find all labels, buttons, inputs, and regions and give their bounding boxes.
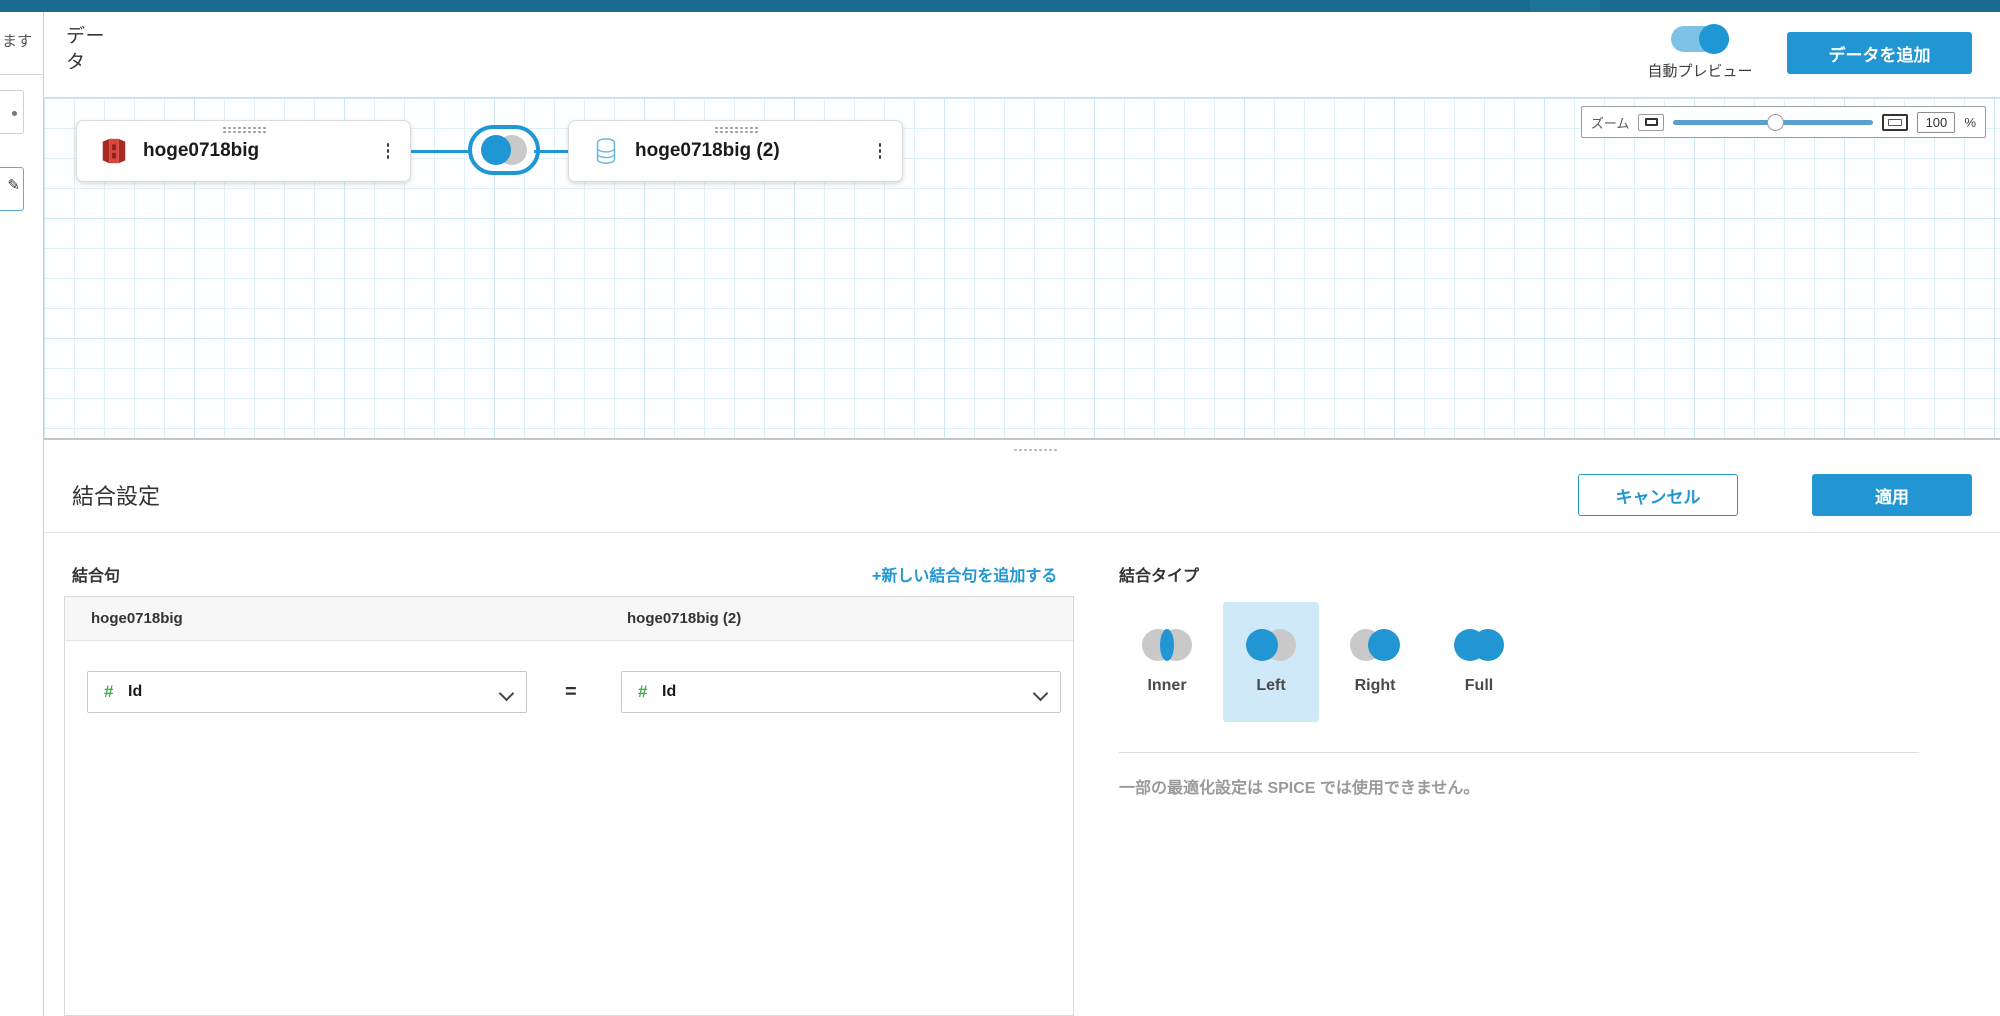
add-data-button[interactable]: データを追加	[1787, 32, 1972, 74]
database-icon	[596, 138, 616, 164]
dataset-node-1[interactable]: hoge0718big	[76, 120, 411, 182]
join-clause-heading: 結合句	[72, 568, 121, 585]
zoom-slider[interactable]	[1673, 113, 1874, 131]
node-drag-handle[interactable]	[713, 126, 758, 134]
dataset-node-1-label: hoge0718big	[143, 140, 260, 161]
actual-size-icon[interactable]	[1882, 113, 1909, 131]
join-type-option-left[interactable]: Left	[1223, 602, 1319, 722]
join-clause-table-header: hoge0718big hoge0718big (2)	[65, 597, 1073, 641]
panel-title: 結合設定	[72, 484, 161, 509]
join-type-options: Inner Left Right Full	[1119, 602, 1527, 722]
page-title: データ	[66, 26, 106, 73]
join-type-option-full[interactable]: Full	[1431, 602, 1527, 722]
inner-join-icon	[1142, 629, 1192, 661]
join-settings-panel: 結合設定 キャンセル 適用 結合句 +新しい結合句を追加する hoge0718b…	[44, 452, 2000, 1016]
kebab-menu-icon[interactable]	[878, 142, 882, 160]
toggle-knob	[1699, 24, 1729, 54]
zoom-control[interactable]: ズーム 100 %	[1580, 106, 1986, 138]
redshift-icon	[102, 138, 126, 164]
left-field-select[interactable]: # Id	[87, 671, 527, 713]
join-node[interactable]	[468, 125, 540, 175]
zoom-label: ズーム	[1590, 115, 1630, 131]
kebab-menu-icon[interactable]	[386, 142, 390, 160]
join-type-option-right[interactable]: Right	[1327, 602, 1423, 722]
spice-note: 一部の最適化設定は SPICE では使用できません。	[1119, 780, 1480, 797]
sidebar-clipped-control-1[interactable]	[0, 90, 24, 134]
auto-preview-label: 自動プレビュー	[1647, 63, 1753, 80]
panel-separator	[44, 532, 2000, 533]
right-field-value: Id	[662, 683, 677, 700]
top-bar-segment	[1530, 0, 1600, 12]
join-type-heading: 結合タイプ	[1119, 568, 1200, 585]
app-top-bar	[0, 0, 2000, 12]
left-join-icon	[1246, 629, 1296, 661]
add-join-clause-link[interactable]: +新しい結合句を追加する	[872, 562, 1057, 586]
zoom-percent-unit: %	[1964, 114, 1976, 130]
left-field-value: Id	[128, 683, 143, 700]
left-join-venn-icon	[481, 135, 527, 165]
join-type-label-full: Full	[1464, 677, 1494, 694]
clause-column-left: hoge0718big	[91, 610, 183, 627]
join-type-label-inner: Inner	[1147, 677, 1187, 694]
auto-preview-toggle[interactable]	[1671, 24, 1729, 54]
join-type-label-right: Right	[1354, 677, 1396, 694]
numeric-type-icon: #	[104, 682, 114, 701]
sidebar-clipped-control-2[interactable]	[0, 167, 24, 211]
numeric-type-icon: #	[638, 682, 648, 701]
page-header: データ 自動プレビュー データを追加	[44, 12, 2000, 98]
right-field-select[interactable]: # Id	[621, 671, 1061, 713]
clause-column-right: hoge0718big (2)	[627, 610, 742, 627]
data-flow-canvas[interactable]: ズーム 100 % hoge0718big hoge0718big (2)	[44, 98, 2000, 438]
auto-preview-control: 自動プレビュー	[1625, 24, 1775, 81]
chevron-down-icon[interactable]	[1032, 685, 1049, 702]
join-type-separator	[1119, 752, 1919, 753]
canvas-divider	[44, 438, 2000, 440]
zoom-slider-thumb[interactable]	[1767, 113, 1785, 131]
chevron-down-icon[interactable]	[498, 685, 515, 702]
node-drag-handle[interactable]	[221, 126, 266, 134]
cancel-button[interactable]: キャンセル	[1578, 474, 1738, 516]
left-sidebar-strip: ます	[0, 12, 44, 1016]
join-clause-box: hoge0718big hoge0718big (2) # Id = # Id	[64, 596, 1074, 1016]
full-join-icon	[1454, 629, 1504, 661]
join-type-option-inner[interactable]: Inner	[1119, 602, 1215, 722]
dataset-node-2[interactable]: hoge0718big (2)	[568, 120, 903, 182]
apply-button[interactable]: 適用	[1812, 474, 1972, 516]
join-operator: =	[565, 681, 577, 703]
dataset-node-2-label: hoge0718big (2)	[635, 140, 780, 161]
fit-screen-icon[interactable]	[1638, 113, 1665, 131]
sidebar-clipped-text: ます	[2, 33, 33, 50]
join-type-label-left: Left	[1256, 677, 1286, 694]
sidebar-divider	[0, 74, 44, 75]
right-join-icon	[1350, 629, 1400, 661]
flow-link-left	[411, 150, 473, 153]
zoom-percent-input[interactable]: 100	[1917, 111, 1956, 133]
